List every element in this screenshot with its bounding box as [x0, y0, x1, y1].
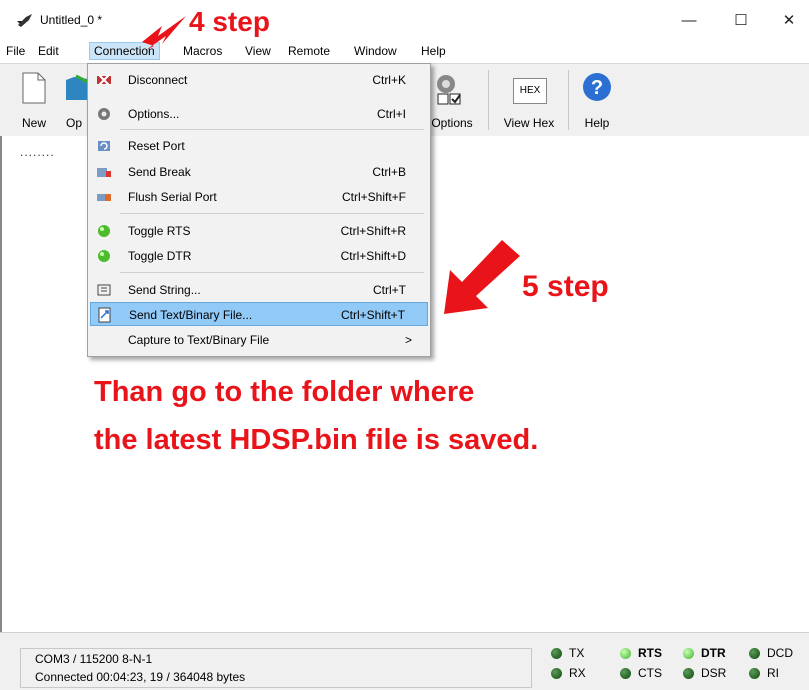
- new-button[interactable]: New: [14, 64, 54, 136]
- ri-label: RI: [767, 666, 779, 680]
- dsr-label: DSR: [701, 666, 727, 680]
- maximize-button[interactable]: ☐: [726, 10, 756, 32]
- step4-annotation: 4 step: [189, 6, 270, 37]
- view-hex-button[interactable]: HEX View Hex: [496, 64, 562, 136]
- menu-view[interactable]: View: [245, 44, 271, 58]
- menu-item-options[interactable]: Options... Ctrl+I: [90, 102, 428, 126]
- menu-remote[interactable]: Remote: [288, 44, 330, 58]
- cts-label: CTS: [638, 666, 662, 680]
- app-icon: [17, 14, 32, 27]
- disconnect-icon: [97, 74, 111, 86]
- menu-item-flush-serial-port[interactable]: Flush Serial Port Ctrl+Shift+F: [90, 185, 428, 209]
- menu-item-toggle-rts[interactable]: Toggle RTS Ctrl+Shift+R: [90, 219, 428, 243]
- options-button[interactable]: Options: [424, 64, 480, 136]
- menu-item-disconnect[interactable]: Disconnect Ctrl+K: [90, 68, 428, 92]
- menu-file[interactable]: File: [6, 44, 25, 58]
- menu-separator: [120, 272, 424, 273]
- rts-label: RTS: [638, 646, 662, 660]
- dtr-led-icon[interactable]: [683, 648, 694, 659]
- instruction-line-2: the latest HDSP.bin file is saved.: [94, 424, 539, 456]
- rts-led-icon[interactable]: [620, 648, 631, 659]
- step4-arrow-icon: [142, 16, 186, 50]
- menu-bar: File Edit Connection Macros View Remote …: [0, 42, 809, 62]
- tx-label: TX: [569, 646, 585, 660]
- window-title: Untitled_0 *: [40, 13, 103, 27]
- menu-item-send-break[interactable]: Send Break Ctrl+B: [90, 160, 428, 184]
- step5-annotation: 5 step: [522, 270, 609, 303]
- send-break-icon: [97, 168, 111, 177]
- menu-item-toggle-dtr[interactable]: Toggle DTR Ctrl+Shift+D: [90, 244, 428, 268]
- dtr-label: DTR: [701, 646, 726, 660]
- menu-edit[interactable]: Edit: [38, 44, 59, 58]
- step5-arrow-icon: [444, 240, 520, 314]
- dsr-led-icon: [683, 668, 694, 679]
- minimize-button[interactable]: —: [674, 10, 704, 32]
- open-button[interactable]: Op: [60, 64, 90, 136]
- dcd-label: DCD: [767, 646, 793, 660]
- connection-menu: Disconnect Ctrl+K Options... Ctrl+I Rese…: [87, 63, 431, 357]
- submenu-arrow-icon: >: [404, 333, 412, 347]
- rx-label: RX: [569, 666, 586, 680]
- ri-led-icon: [749, 668, 760, 679]
- hex-icon: HEX: [513, 78, 547, 104]
- gear-icon: [98, 108, 110, 120]
- cts-led-icon: [620, 668, 631, 679]
- help-button[interactable]: ? Help: [574, 64, 620, 136]
- status-connected: Connected 00:04:23, 19 / 364048 bytes: [35, 670, 246, 684]
- menu-separator: [120, 213, 424, 214]
- svg-text:?: ?: [591, 77, 603, 99]
- send-file-icon: [98, 307, 111, 323]
- tx-led-icon: [551, 648, 562, 659]
- menu-separator: [120, 129, 424, 130]
- close-button[interactable]: ✕: [774, 10, 804, 32]
- toolbar-separator: [488, 70, 489, 130]
- menu-window[interactable]: Window: [354, 44, 397, 58]
- toolbar-separator: [568, 70, 569, 130]
- title-bar: Untitled_0 * — ☐ ✕: [0, 0, 809, 40]
- dcd-led-icon: [749, 648, 760, 659]
- flush-port-icon: [97, 194, 111, 201]
- green-led-icon: [98, 225, 110, 237]
- menu-item-send-text-binary-file[interactable]: Send Text/Binary File... Ctrl+Shift+T: [90, 302, 428, 326]
- menu-item-send-string[interactable]: Send String... Ctrl+T: [90, 278, 428, 302]
- menu-item-capture-to-file[interactable]: Capture to Text/Binary File >: [90, 328, 428, 352]
- status-info-box: COM3 / 115200 8-N-1 Connected 00:04:23, …: [20, 648, 532, 688]
- terminal-text: ........: [20, 145, 55, 159]
- green-led-icon: [98, 250, 110, 262]
- options-gear-icon: [437, 75, 461, 105]
- menu-item-reset-port[interactable]: Reset Port: [90, 134, 428, 158]
- menu-help[interactable]: Help: [421, 44, 446, 58]
- instruction-line-1: Than go to the folder where: [94, 376, 475, 408]
- send-string-icon: [97, 284, 111, 296]
- status-bar: COM3 / 115200 8-N-1 Connected 00:04:23, …: [0, 632, 809, 690]
- new-file-icon: [22, 72, 46, 104]
- reset-port-icon: [98, 141, 110, 151]
- status-port: COM3 / 115200 8-N-1: [35, 652, 153, 666]
- help-icon: ?: [583, 73, 611, 101]
- rx-led-icon: [551, 668, 562, 679]
